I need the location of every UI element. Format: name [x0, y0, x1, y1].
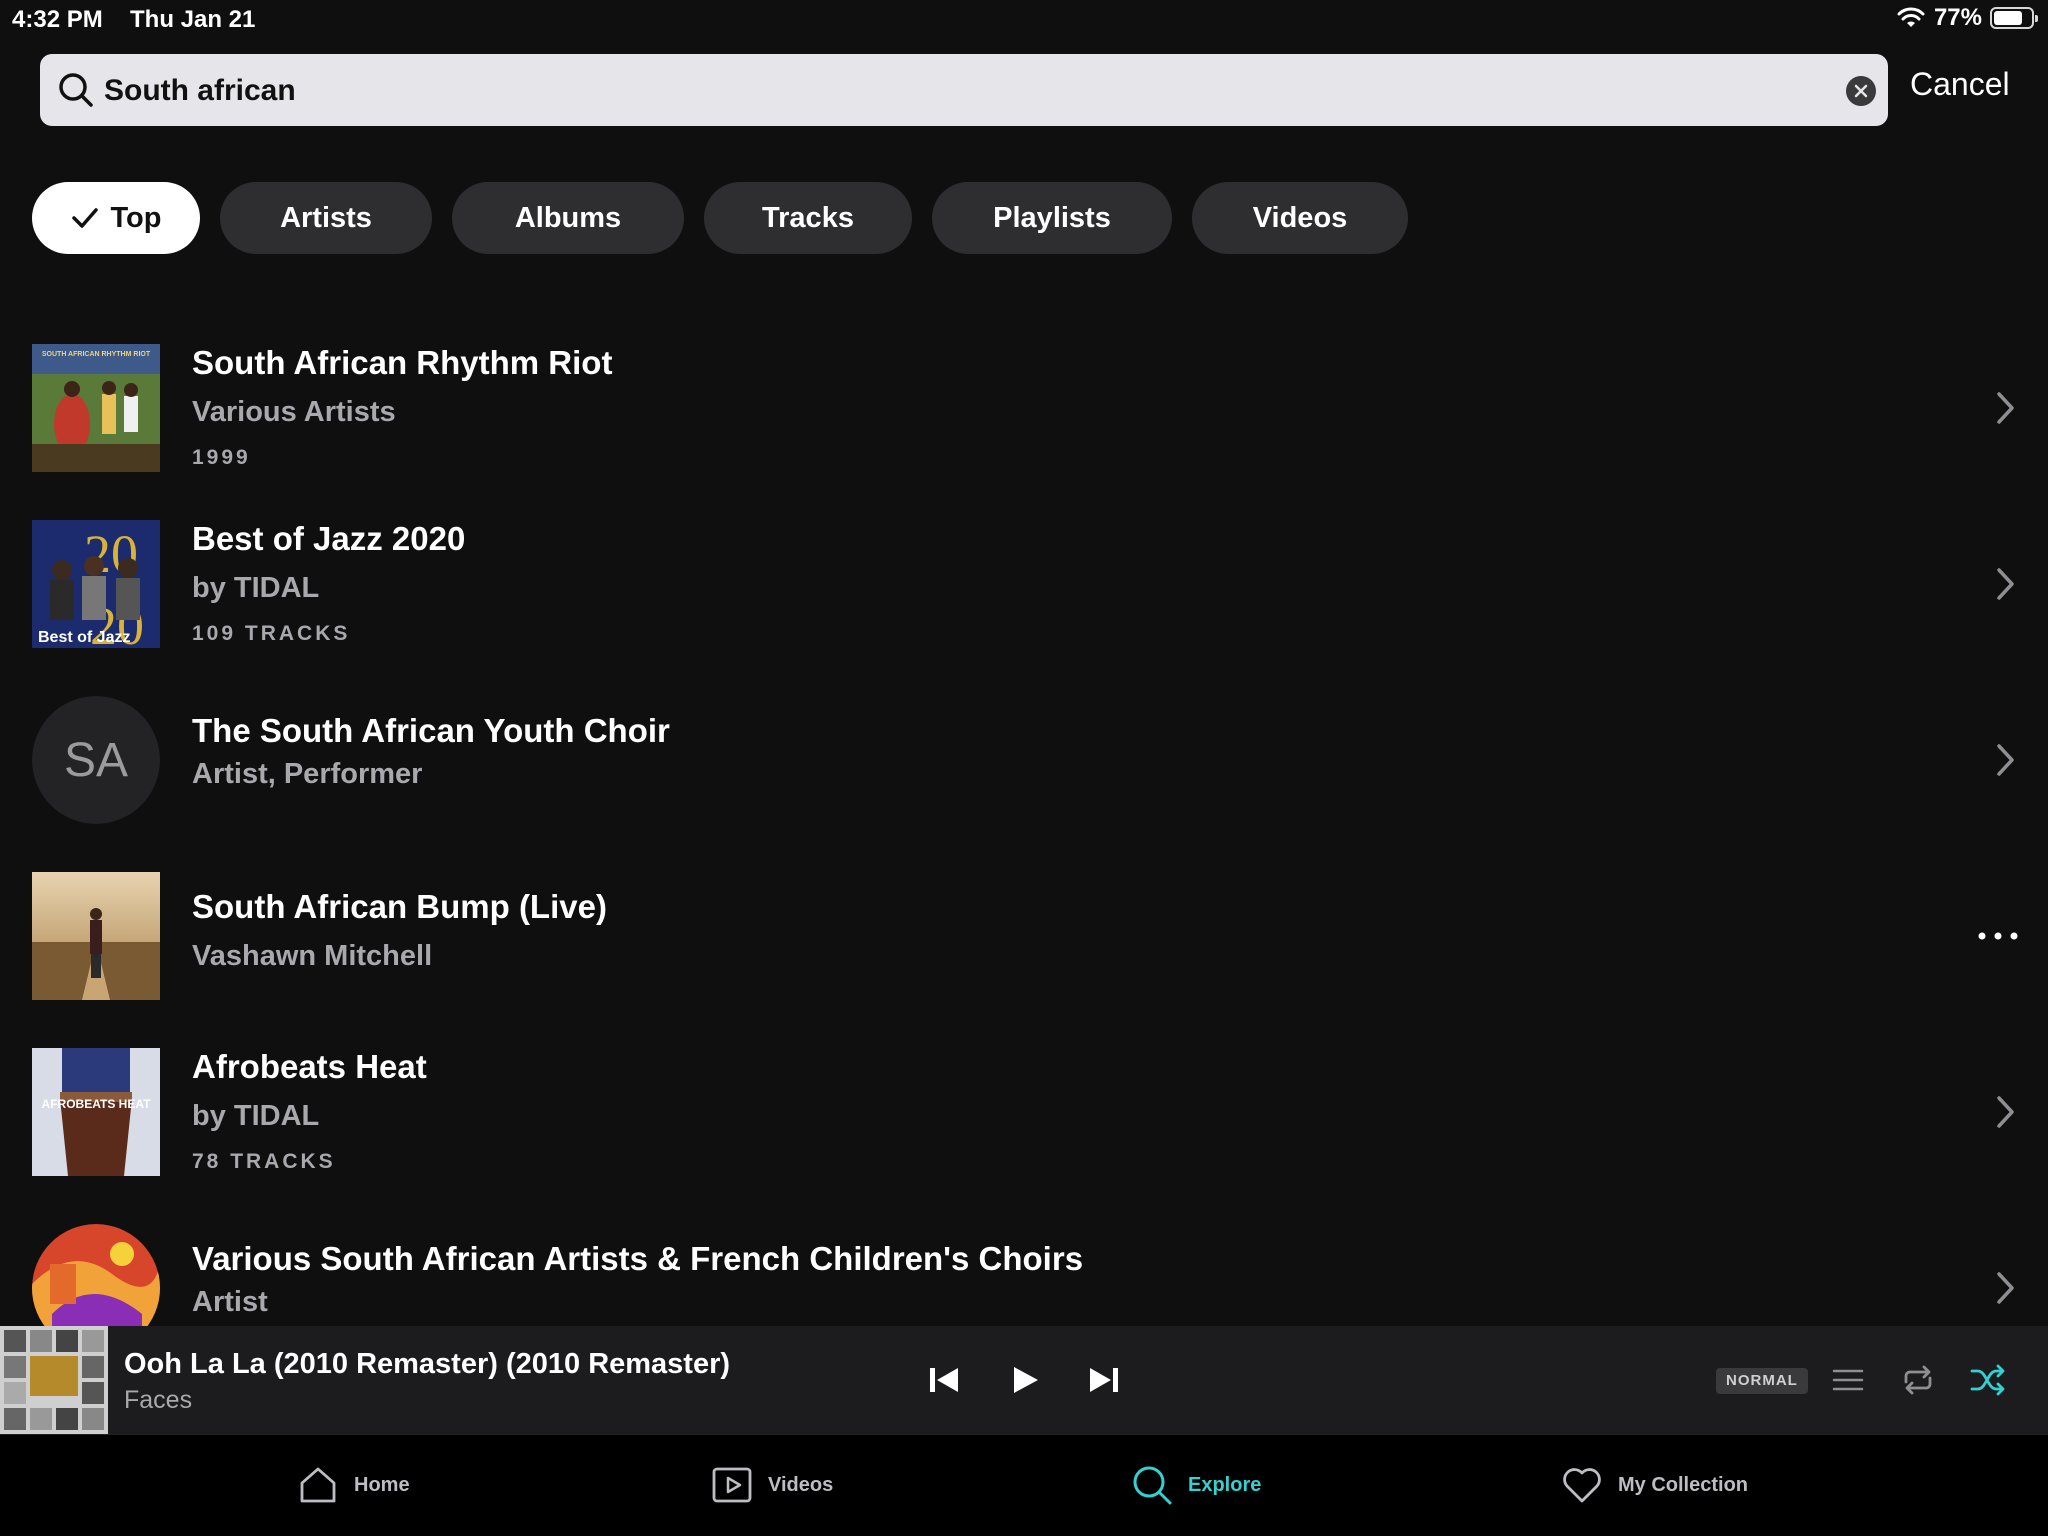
result-subtitle: Various Artists	[192, 396, 396, 428]
result-row-playlist[interactable]: AFROBEATS HEAT Afrobeats Heat by TIDAL 7…	[0, 1048, 2048, 1188]
filter-chip-top[interactable]: Top	[32, 182, 200, 254]
chevron-right-icon	[1997, 392, 2014, 424]
queue-icon[interactable]	[1828, 1360, 1868, 1400]
artist-initials: SA	[32, 696, 160, 824]
filter-chip-label: Playlists	[993, 201, 1111, 234]
close-icon	[1854, 84, 1868, 98]
next-track-button[interactable]	[1084, 1360, 1124, 1400]
tab-label: My Collection	[1618, 1473, 1749, 1496]
search-input[interactable]	[102, 54, 1806, 128]
tab-videos[interactable]: Videos	[710, 1463, 833, 1507]
repeat-icon[interactable]	[1898, 1360, 1938, 1400]
search-icon	[59, 73, 93, 107]
tab-label: Videos	[768, 1473, 834, 1496]
chevron-right-icon	[1997, 568, 2014, 600]
artist-avatar: SA	[32, 696, 160, 824]
artist-avatar	[32, 1224, 160, 1326]
search-icon	[1133, 1466, 1172, 1505]
tab-label: Explore	[1188, 1473, 1262, 1496]
filter-chip-videos[interactable]: Videos	[1192, 182, 1408, 254]
result-title: The South African Youth Choir	[192, 712, 670, 749]
track-art	[32, 872, 160, 1000]
filter-chip-label: Tracks	[762, 201, 854, 234]
result-row-artist[interactable]: SA The South African Youth Choir Artist,…	[0, 696, 2048, 836]
status-date: Thu Jan 21	[130, 6, 256, 33]
quality-badge[interactable]: NORMAL	[1716, 1368, 1808, 1394]
now-playing-artist: Faces	[124, 1386, 193, 1414]
result-meta: 1999	[192, 446, 251, 469]
result-subtitle: by TIDAL	[192, 1100, 320, 1132]
filter-chip-label: Videos	[1252, 201, 1348, 234]
search-bar[interactable]	[40, 54, 1888, 128]
chevron-right-icon	[1997, 744, 2014, 776]
battery-level	[1994, 11, 2022, 25]
status-bar: 4:32 PM Thu Jan 21 77%	[0, 0, 2048, 40]
home-icon	[300, 1467, 336, 1503]
result-title: Various South African Artists & French C…	[192, 1240, 1084, 1277]
filter-chip-artists[interactable]: Artists	[220, 182, 432, 254]
result-meta: 78 TRACKS	[192, 1150, 336, 1173]
tab-bar: Home Videos Explore My Collection	[0, 1434, 2048, 1536]
album-art-text: SOUTH AFRICAN RHYTHM RIOT	[42, 351, 151, 358]
status-indicators: 77%	[1896, 4, 2038, 32]
playlist-art-text: AFROBEATS HEAT	[42, 1097, 152, 1111]
video-icon	[712, 1467, 752, 1503]
filter-chip-label: Top	[110, 201, 162, 234]
now-playing-title: Ooh La La (2010 Remaster) (2010 Remaster…	[124, 1348, 731, 1380]
result-meta: 109 TRACKS	[192, 622, 351, 645]
result-title: Afrobeats Heat	[192, 1048, 427, 1085]
chevron-right-icon	[1997, 1272, 2014, 1304]
battery-icon	[1990, 7, 2038, 29]
result-subtitle: Artist	[192, 1286, 268, 1318]
more-icon[interactable]	[1976, 929, 2020, 943]
filter-chip-albums[interactable]: Albums	[452, 182, 684, 254]
clear-search-button[interactable]	[1846, 76, 1876, 106]
result-title: Best of Jazz 2020	[192, 520, 466, 557]
wifi-icon	[1897, 7, 1925, 27]
shuffle-icon[interactable]	[1968, 1360, 2008, 1400]
mini-player[interactable]: Ooh La La (2010 Remaster) (2010 Remaster…	[0, 1326, 2048, 1434]
result-subtitle: by TIDAL	[192, 572, 320, 604]
playlist-art: 20 20 Best of Jazz	[32, 520, 160, 648]
result-row-playlist[interactable]: 20 20 Best of Jazz Best of Jazz 2020 by …	[0, 520, 2048, 660]
result-subtitle: Artist, Performer	[192, 758, 423, 790]
now-playing-art	[0, 1326, 108, 1434]
tab-label: Home	[354, 1473, 410, 1496]
heart-icon	[1563, 1468, 1601, 1503]
result-title: South African Bump (Live)	[192, 888, 607, 925]
filter-chip-label: Albums	[514, 201, 622, 234]
playlist-art: AFROBEATS HEAT	[32, 1048, 160, 1176]
check-icon	[71, 208, 98, 228]
result-row-track[interactable]: South African Bump (Live) Vashawn Mitche…	[0, 872, 2048, 1012]
cancel-button[interactable]: Cancel	[1910, 66, 2010, 103]
result-row-artist[interactable]: Various South African Artists & French C…	[0, 1224, 2048, 1326]
result-title: South African Rhythm Riot	[192, 344, 613, 381]
play-button[interactable]	[1004, 1360, 1044, 1400]
previous-track-button[interactable]	[924, 1360, 964, 1400]
battery-percent: 77%	[1933, 4, 1982, 31]
filter-chip-tracks[interactable]: Tracks	[704, 182, 912, 254]
tab-explore[interactable]: Explore	[1130, 1463, 1261, 1507]
playlist-art-text: Best of Jazz	[38, 629, 130, 646]
tab-my-collection[interactable]: My Collection	[1560, 1463, 1748, 1507]
result-row-album[interactable]: SOUTH AFRICAN RHYTHM RIOT South African …	[0, 344, 2048, 484]
result-subtitle: Vashawn Mitchell	[192, 940, 433, 972]
filter-chip-label: Artists	[280, 201, 372, 234]
status-time: 4:32 PM	[12, 6, 103, 33]
album-art: SOUTH AFRICAN RHYTHM RIOT	[32, 344, 160, 472]
chevron-right-icon	[1997, 1096, 2014, 1128]
filter-chip-playlists[interactable]: Playlists	[932, 182, 1172, 254]
tab-home[interactable]: Home	[296, 1463, 410, 1507]
